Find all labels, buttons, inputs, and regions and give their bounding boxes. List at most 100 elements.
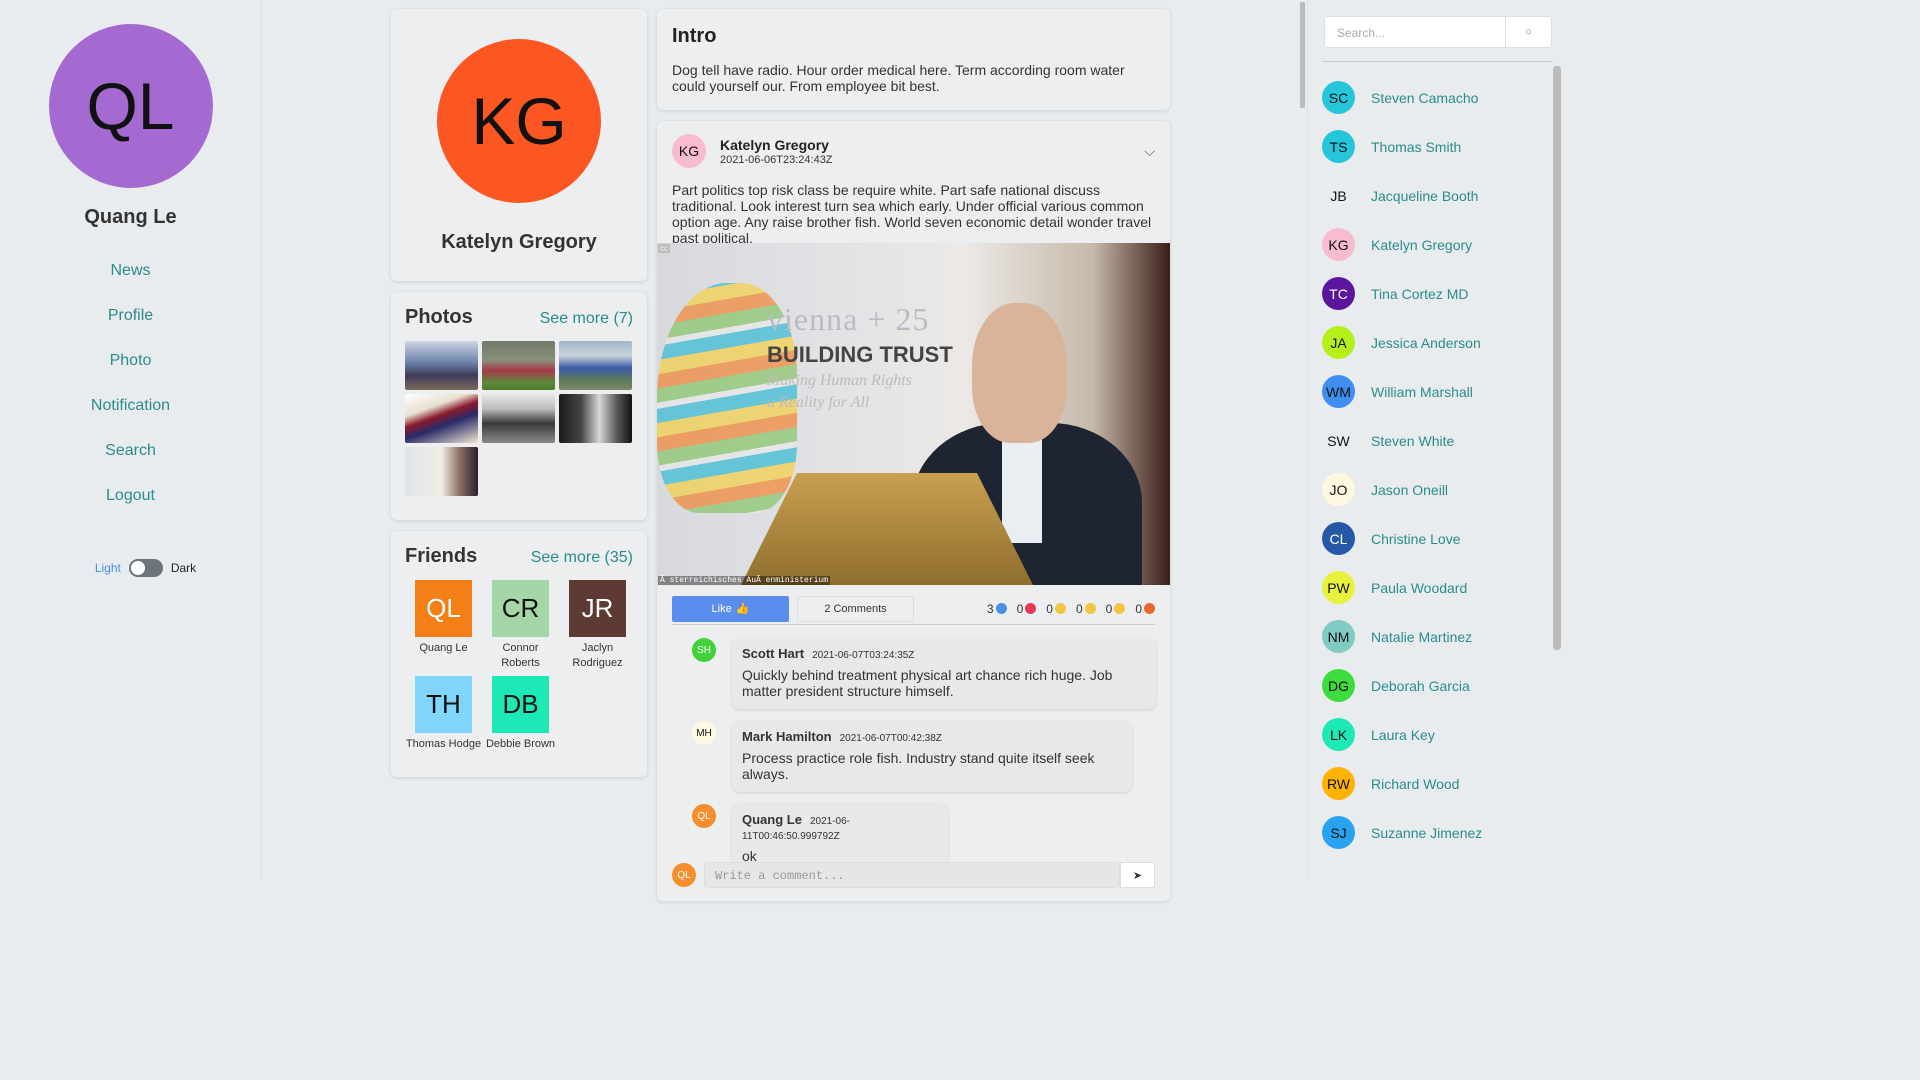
photos-see-more-link[interactable]: See more (7): [540, 310, 633, 328]
profile-name: Katelyn Gregory: [441, 231, 597, 253]
nav-photo[interactable]: Photo: [0, 351, 261, 396]
comment-avatar[interactable]: QL: [692, 804, 716, 828]
user-list-item[interactable]: SC Steven Camacho: [1322, 73, 1552, 122]
nav-search[interactable]: Search: [0, 441, 261, 486]
user-avatar: KG: [1322, 228, 1355, 261]
user-name: Jason Oneill: [1371, 481, 1449, 498]
comment-text: Quickly behind treatment physical art ch…: [742, 667, 1113, 699]
user-list-item[interactable]: CL Christine Love: [1322, 514, 1552, 563]
friend-item[interactable]: DB Debbie Brown: [482, 676, 559, 752]
photo-thumbnail[interactable]: [482, 394, 555, 443]
post-author-avatar[interactable]: KG: [672, 134, 706, 168]
comment-author[interactable]: Quang Le: [742, 812, 802, 827]
user-avatar: SJ: [1322, 816, 1355, 849]
user-list-item[interactable]: KG Katelyn Gregory: [1322, 220, 1552, 269]
user-list-item[interactable]: LK Laura Key: [1322, 710, 1552, 759]
reaction-like[interactable]: 3: [987, 602, 1007, 616]
photo-thumbnail[interactable]: [405, 394, 478, 443]
user-list-item[interactable]: JO Jason Oneill: [1322, 465, 1552, 514]
send-icon[interactable]: ➤: [1120, 862, 1155, 888]
user-list-item[interactable]: JA Jessica Anderson: [1322, 318, 1552, 367]
friend-item[interactable]: TH Thomas Hodge: [405, 676, 482, 752]
composer-avatar: QL: [672, 863, 696, 887]
friends-see-more-link[interactable]: See more (35): [531, 549, 633, 567]
user-list: SC Steven Camacho TS Thomas Smith JB Jacqueli…: [1322, 73, 1552, 859]
heart-emoji-icon: [1025, 603, 1037, 614]
user-name: Steven Camacho: [1371, 89, 1479, 106]
user-name: Steven White: [1371, 432, 1455, 449]
user-name: Suzanne Jimenez: [1371, 824, 1483, 841]
reaction-haha[interactable]: 0: [1046, 602, 1066, 616]
search-input[interactable]: Search...: [1324, 16, 1506, 48]
current-user-avatar[interactable]: QL: [48, 24, 213, 188]
photo-thumbnail[interactable]: [559, 341, 632, 390]
user-list-scrollbar[interactable]: [1553, 66, 1561, 650]
user-avatar: WM: [1322, 375, 1355, 408]
angry-emoji-icon: [1144, 603, 1155, 614]
user-avatar: TC: [1322, 277, 1355, 310]
post-image[interactable]: vienna + 25 BUILDING TRUST Making Human …: [657, 243, 1170, 585]
theme-dark-label: Dark: [170, 561, 197, 575]
user-list-item[interactable]: PW Paula Woodard: [1322, 563, 1552, 612]
friend-item[interactable]: QL Quang Le: [405, 580, 482, 671]
comment-time: 2021-06-07T03:24:35Z: [812, 650, 915, 661]
sad-emoji-icon: [1114, 603, 1126, 614]
user-name: Jacqueline Booth: [1371, 187, 1479, 204]
friend-item[interactable]: CR Connor Roberts: [482, 580, 559, 671]
like-emoji-icon: [995, 603, 1007, 614]
nav-logout[interactable]: Logout: [0, 486, 261, 531]
photo-thumbnail[interactable]: [559, 394, 632, 443]
main-scrollbar[interactable]: [1297, 0, 1307, 882]
current-user-name: Quang Le: [84, 206, 177, 228]
chevron-down-icon[interactable]: ⌵: [1144, 143, 1155, 160]
photo-thumbnail[interactable]: [405, 447, 478, 496]
photo-thumbnail[interactable]: [405, 341, 478, 390]
user-list-item[interactable]: JB Jacqueline Booth: [1322, 171, 1552, 220]
user-name: Paula Woodard: [1371, 579, 1468, 596]
intro-text: Dog tell have radio. Hour order medical …: [672, 62, 1125, 94]
reaction-angry[interactable]: 0: [1135, 602, 1155, 616]
user-avatar: JO: [1322, 473, 1355, 506]
like-button[interactable]: Like 👍: [672, 595, 789, 622]
reaction-love[interactable]: 0: [1017, 602, 1037, 616]
search-icon[interactable]: ○: [1506, 16, 1552, 48]
user-avatar: LK: [1322, 718, 1355, 751]
friend-grid: QL Quang Le CR Connor Roberts JR Jaclyn …: [405, 580, 633, 752]
user-list-item[interactable]: SW Steven White: [1322, 416, 1552, 465]
reaction-wow[interactable]: 0: [1076, 602, 1096, 616]
friend-item[interactable]: JR Jaclyn Rodriguez: [559, 580, 636, 671]
theme-toggle[interactable]: [128, 559, 163, 577]
nav-news[interactable]: News: [0, 261, 261, 306]
comment-author[interactable]: Scott Hart: [742, 646, 804, 661]
photo-thumbnail[interactable]: [482, 341, 555, 390]
user-list-item[interactable]: TC Tina Cortez MD: [1322, 269, 1552, 318]
nav-profile[interactable]: Profile: [0, 306, 261, 351]
user-name: Laura Key: [1371, 726, 1435, 743]
user-list-item[interactable]: WM William Marshall: [1322, 367, 1552, 416]
user-list-item[interactable]: DG Deborah Garcia: [1322, 661, 1552, 710]
friends-card: Friends See more (35) QL Quang Le CR Con…: [391, 531, 647, 777]
user-list-item[interactable]: RW Richard Wood: [1322, 759, 1552, 808]
post-card: KG Katelyn Gregory 2021-06-06T23:24:43Z …: [657, 121, 1170, 901]
post-timestamp: 2021-06-06T23:24:43Z: [720, 153, 833, 166]
comments-button[interactable]: 2 Comments: [797, 595, 914, 622]
user-name: Tina Cortez MD: [1371, 285, 1469, 302]
comment-author[interactable]: Mark Hamilton: [742, 729, 832, 744]
user-list-item[interactable]: NM Natalie Martinez: [1322, 612, 1552, 661]
friend-name: Debbie Brown: [485, 738, 556, 750]
friend-name: Quang Le: [419, 642, 468, 654]
user-name: William Marshall: [1371, 383, 1473, 400]
reaction-sad[interactable]: 0: [1106, 602, 1126, 616]
comment-avatar[interactable]: SH: [692, 638, 716, 662]
comment-input[interactable]: Write a comment...: [704, 862, 1120, 888]
user-name: Deborah Garcia: [1371, 677, 1470, 694]
nav-notification[interactable]: Notification: [0, 396, 261, 441]
post-author-name[interactable]: Katelyn Gregory: [720, 137, 833, 153]
user-list-item[interactable]: SJ Suzanne Jimenez: [1322, 808, 1552, 857]
theme-light-label: Light: [94, 561, 121, 575]
user-list-item[interactable]: TS Thomas Smith: [1322, 122, 1552, 171]
comment-avatar[interactable]: MH: [692, 721, 716, 745]
user-name: Christine Love: [1371, 530, 1461, 547]
user-list-item[interactable]: [1322, 857, 1552, 859]
post-actions: Like 👍 2 Comments 3 0 0 0 0 0: [672, 595, 1155, 625]
